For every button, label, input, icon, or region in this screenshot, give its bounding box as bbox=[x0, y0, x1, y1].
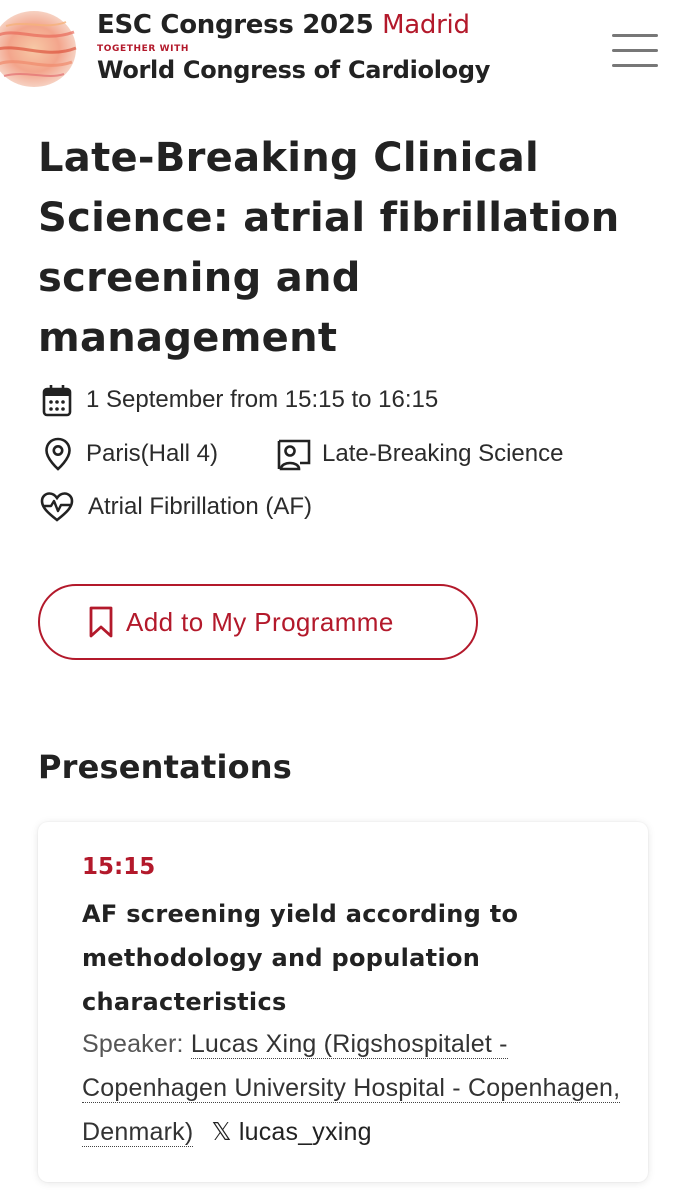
session-date-row: 1 September from 15:15 to 16:15 bbox=[42, 383, 438, 417]
presenter-board-icon bbox=[277, 439, 311, 471]
esc-logo-icon[interactable] bbox=[0, 6, 78, 90]
bookmark-icon bbox=[89, 606, 113, 638]
congress-city: Madrid bbox=[382, 10, 470, 40]
site-header: ESC Congress 2025 Madrid TOGETHER WITH W… bbox=[0, 0, 680, 100]
x-logo-icon: 𝕏 bbox=[211, 1117, 232, 1146]
add-to-programme-label: Add to My Programme bbox=[126, 606, 394, 637]
session-topic: Atrial Fibrillation (AF) bbox=[88, 493, 313, 520]
presentation-title[interactable]: AF screening yield according to methodol… bbox=[82, 892, 612, 1024]
presentation-time: 15:15 bbox=[82, 854, 156, 880]
x-handle-text: lucas_yxing bbox=[238, 1118, 372, 1146]
speaker-label: Speaker: bbox=[82, 1030, 184, 1058]
session-type-row: Late-Breaking Science bbox=[276, 437, 563, 471]
session-date: 1 September from 15:15 to 16:15 bbox=[86, 386, 439, 413]
presentations-heading: Presentations bbox=[38, 748, 293, 786]
hamburger-menu-icon[interactable] bbox=[612, 34, 662, 74]
calendar-icon bbox=[42, 385, 72, 417]
add-to-programme-button[interactable]: Add to My Programme bbox=[38, 584, 478, 660]
heart-pulse-icon bbox=[40, 492, 74, 522]
session-location-row: Paris(Hall 4) bbox=[44, 437, 218, 471]
brand-block[interactable]: ESC Congress 2025 Madrid TOGETHER WITH W… bbox=[97, 8, 490, 85]
session-topic-row: Atrial Fibrillation (AF) bbox=[40, 491, 312, 523]
presentation-speaker: Speaker: Lucas Xing (Rigshospitalet - Co… bbox=[82, 1022, 622, 1154]
congress-title: ESC Congress 2025 Madrid bbox=[97, 10, 470, 40]
session-title: Late-Breaking Clinical Science: atrial f… bbox=[38, 135, 620, 361]
session-location: Paris(Hall 4) bbox=[86, 440, 219, 467]
brand-tagline: TOGETHER WITH bbox=[97, 44, 189, 54]
session-type: Late-Breaking Science bbox=[322, 440, 564, 467]
location-pin-icon bbox=[45, 437, 71, 471]
x-profile-link[interactable]: 𝕏 lucas_yxing bbox=[211, 1117, 372, 1146]
presentation-card[interactable]: 15:15 AF screening yield according to me… bbox=[38, 822, 648, 1182]
partner-title: World Congress of Cardiology bbox=[97, 56, 491, 84]
